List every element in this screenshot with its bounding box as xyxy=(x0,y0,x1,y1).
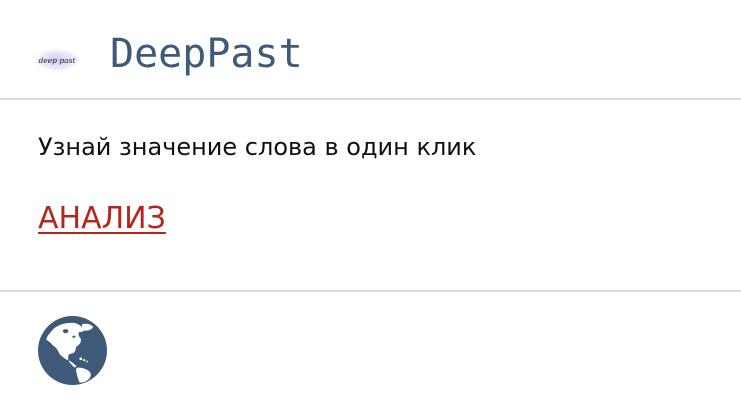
brand-title[interactable]: DeepPast xyxy=(110,30,303,78)
globe-americas-icon[interactable] xyxy=(38,316,107,385)
site-footer xyxy=(0,292,741,410)
tagline-text: Узнай значение слова в один клик xyxy=(38,133,477,161)
analysis-link[interactable]: АНАЛИЗ xyxy=(38,200,166,238)
logo-script-text: deep past xyxy=(39,56,77,65)
main-section: Узнай значение слова в один клик АНАЛИЗ xyxy=(0,100,741,292)
deeppast-logo-icon[interactable]: deep past xyxy=(32,46,82,74)
site-header: deep past DeepPast xyxy=(0,0,741,100)
